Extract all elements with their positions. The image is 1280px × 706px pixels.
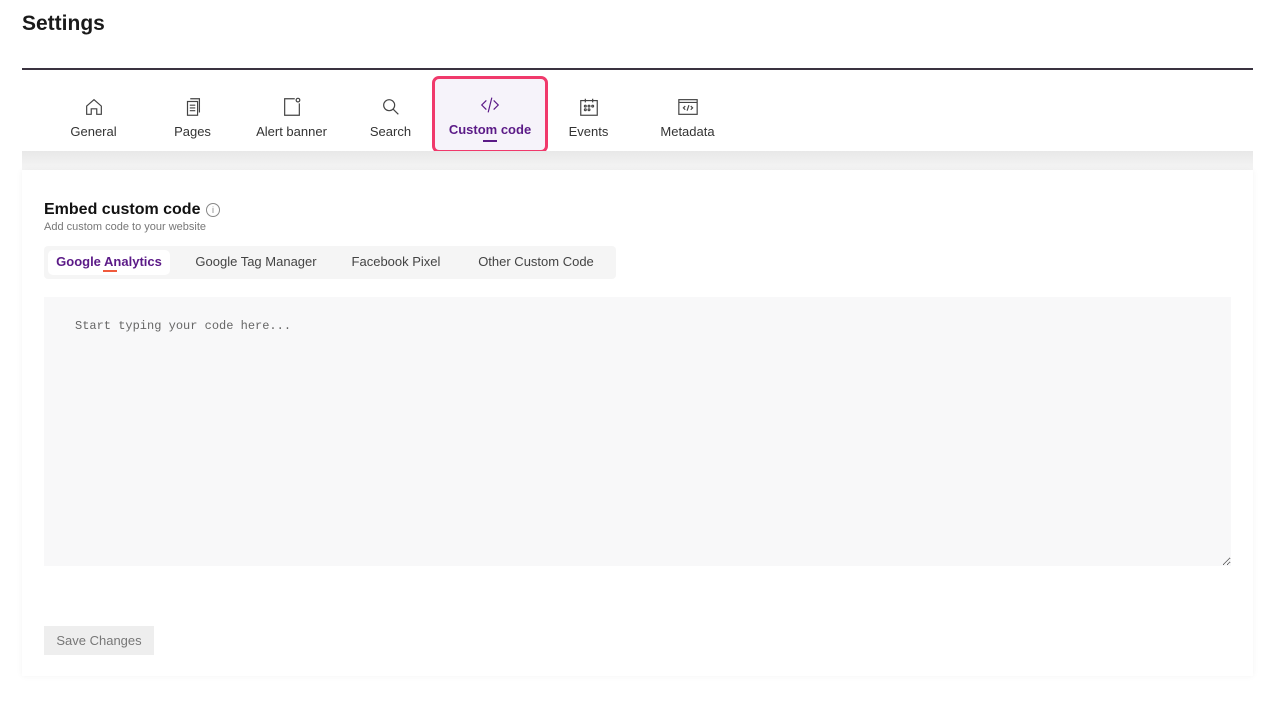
- tab-metadata[interactable]: Metadata: [638, 78, 737, 150]
- tab-general[interactable]: General: [44, 78, 143, 150]
- save-changes-button[interactable]: Save Changes: [44, 626, 154, 655]
- tab-label: General: [70, 124, 117, 139]
- tabbar-shadow: [22, 151, 1253, 171]
- tab-label: Pages: [174, 124, 211, 139]
- page-title: Settings: [22, 12, 105, 35]
- pages-icon: [186, 98, 200, 116]
- tab-label: Events: [568, 124, 609, 139]
- info-icon[interactable]: i: [206, 203, 220, 217]
- tab-events[interactable]: Events: [539, 78, 638, 150]
- code-icon: [480, 97, 500, 113]
- settings-tabs: General Pages Alert banner Search Custom…: [22, 70, 1253, 153]
- calendar-icon: [579, 98, 598, 116]
- custom-code-panel: Embed custom code i Add custom code to y…: [22, 170, 1253, 676]
- subtab-google-tag-manager[interactable]: Google Tag Manager: [184, 250, 328, 275]
- tab-custom-code[interactable]: Custom code: [432, 76, 548, 153]
- section-title: Embed custom code: [44, 201, 201, 218]
- tab-pages[interactable]: Pages: [143, 78, 242, 150]
- code-type-tabs: Google Analytics Google Tag Manager Face…: [44, 246, 616, 279]
- tab-label: Search: [369, 124, 412, 139]
- tab-label: Metadata: [660, 124, 715, 139]
- tab-search[interactable]: Search: [341, 78, 440, 150]
- subtab-google-analytics[interactable]: Google Analytics: [48, 250, 170, 275]
- home-icon: [85, 98, 102, 115]
- alert-banner-icon: [283, 97, 300, 116]
- tab-label: Alert banner: [256, 124, 327, 139]
- section-subtitle: Add custom code to your website: [44, 221, 207, 233]
- active-indicator: [483, 140, 497, 142]
- subtab-facebook-pixel[interactable]: Facebook Pixel: [340, 250, 452, 275]
- metadata-icon: [677, 99, 698, 115]
- tab-alert-banner[interactable]: Alert banner: [242, 78, 341, 150]
- search-icon: [382, 99, 399, 115]
- tab-label: Custom code: [448, 122, 532, 137]
- subtab-other-custom-code[interactable]: Other Custom Code: [468, 250, 604, 275]
- code-editor[interactable]: [44, 297, 1231, 566]
